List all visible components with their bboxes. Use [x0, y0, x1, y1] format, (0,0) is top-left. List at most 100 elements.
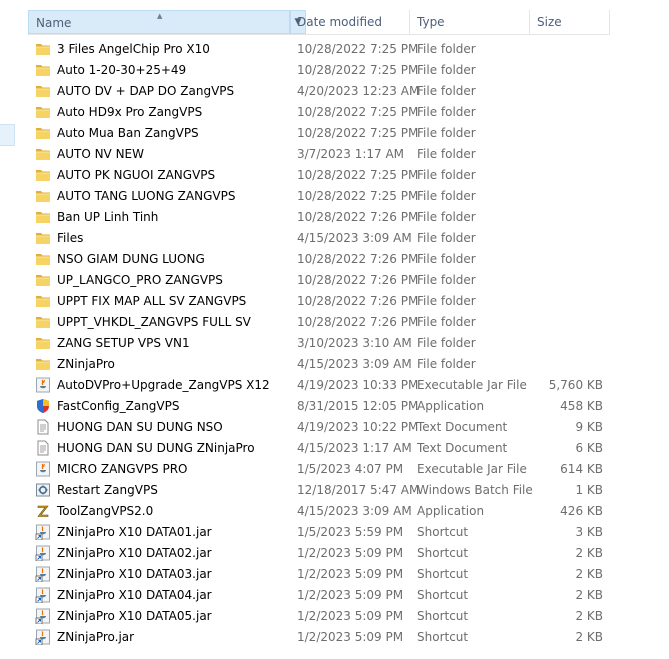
folder-icon — [35, 230, 51, 246]
java-shortcut-icon — [35, 545, 51, 562]
file-row[interactable]: ZNinjaPro X10 DATA01.jar 1/5/2023 5:59 PM… — [28, 522, 628, 543]
file-row[interactable]: ToolZangVPS2.0 4/15/2023 3:09 AM Applicati… — [28, 501, 628, 522]
file-name: HUONG DAN SU DUNG ZNinjaPro — [57, 441, 255, 455]
file-size: 2 KB — [575, 630, 603, 644]
file-type: File folder — [417, 231, 476, 245]
column-header-size-label: Size — [537, 15, 562, 29]
file-row[interactable]: AutoDVPro+Upgrade_ZangVPS X12 4/19/2023 1… — [28, 375, 628, 396]
file-size: 6 KB — [575, 441, 603, 455]
navigation-pane — [0, 0, 18, 659]
file-row[interactable]: Restart ZangVPS 12/18/2017 5:47 AM Windows… — [28, 480, 628, 501]
file-name: UP_LANGCO_PRO ZANGVPS — [57, 273, 223, 287]
file-size: 2 KB — [575, 546, 603, 560]
file-row[interactable]: MICRO ZANGVPS PRO 1/5/2023 4:07 PM Executa… — [28, 459, 628, 480]
column-header-name[interactable]: ▲ Name ▼ — [28, 10, 306, 34]
folder-icon — [35, 41, 51, 57]
file-type: Shortcut — [417, 567, 469, 581]
file-date-modified: 4/15/2023 1:17 AM — [297, 441, 412, 455]
column-header-row: ▲ Name ▼ Date modified Type Size — [28, 10, 610, 35]
file-row[interactable]: 3 Files AngelChip Pro X10 10/28/2022 7:25… — [28, 39, 628, 60]
file-row[interactable]: ZNinjaPro X10 DATA03.jar 1/2/2023 5:09 PM… — [28, 564, 628, 585]
file-date-modified: 1/5/2023 4:07 PM — [297, 462, 404, 476]
file-size: 458 KB — [560, 399, 603, 413]
file-type: Executable Jar File — [417, 378, 527, 392]
jar-icon — [35, 377, 51, 393]
file-date-modified: 10/28/2022 7:26 PM — [297, 294, 419, 308]
file-date-modified: 10/28/2022 7:25 PM — [297, 189, 419, 203]
file-row[interactable]: UP_LANGCO_PRO ZANGVPS 10/28/2022 7:26 PM F… — [28, 270, 628, 291]
file-type: File folder — [417, 126, 476, 140]
file-name: Auto 1-20-30+25+49 — [57, 63, 187, 77]
file-name: ZNinjaPro X10 DATA04.jar — [57, 588, 212, 602]
column-header-name-label: Name — [36, 16, 72, 30]
file-type: File folder — [417, 189, 476, 203]
folder-icon — [35, 314, 51, 330]
file-name: ZNinjaPro X10 DATA05.jar — [57, 609, 212, 623]
file-row[interactable]: AUTO PK NGUOI ZANGVPS 10/28/2022 7:25 PM F… — [28, 165, 628, 186]
folder-icon — [35, 293, 51, 309]
file-name: ZNinjaPro X10 DATA01.jar — [57, 525, 212, 539]
file-type: File folder — [417, 210, 476, 224]
file-date-modified: 4/19/2023 10:33 PM — [297, 378, 419, 392]
file-type: File folder — [417, 42, 476, 56]
file-row[interactable]: FastConfig_ZangVPS 8/31/2015 12:05 PM Appl… — [28, 396, 628, 417]
folder-icon — [35, 104, 51, 120]
file-date-modified: 10/28/2022 7:25 PM — [297, 63, 419, 77]
file-date-modified: 8/31/2015 12:05 PM — [297, 399, 419, 413]
file-date-modified: 10/28/2022 7:25 PM — [297, 126, 419, 140]
file-row[interactable]: ZNinjaPro X10 DATA02.jar 1/2/2023 5:09 PM… — [28, 543, 628, 564]
file-size: 2 KB — [575, 588, 603, 602]
file-date-modified: 3/7/2023 1:17 AM — [297, 147, 405, 161]
file-row[interactable]: Auto 1-20-30+25+49 10/28/2022 7:25 PM File… — [28, 60, 628, 81]
folder-icon — [35, 62, 51, 78]
file-date-modified: 4/15/2023 3:09 AM — [297, 231, 412, 245]
column-header-type[interactable]: Type — [410, 10, 530, 34]
file-row[interactable]: ZANG SETUP VPS VN1 3/10/2023 3:10 AM File … — [28, 333, 628, 354]
file-row[interactable]: AUTO DV + DAP DO ZangVPS 4/20/2023 12:23 … — [28, 81, 628, 102]
file-type: File folder — [417, 84, 476, 98]
file-row[interactable]: ZNinjaPro.jar 1/2/2023 5:09 PM Shortcut 2 K… — [28, 627, 628, 648]
column-header-date[interactable]: Date modified — [290, 10, 410, 34]
file-date-modified: 1/2/2023 5:09 PM — [297, 546, 404, 560]
file-date-modified: 10/28/2022 7:26 PM — [297, 273, 419, 287]
file-date-modified: 10/28/2022 7:26 PM — [297, 210, 419, 224]
file-type: Shortcut — [417, 546, 469, 560]
java-shortcut-icon — [35, 524, 51, 541]
column-header-size[interactable]: Size — [530, 10, 610, 34]
file-row[interactable]: AUTO TANG LUONG ZANGVPS 10/28/2022 7:25 P… — [28, 186, 628, 207]
file-name: ZNinjaPro X10 DATA03.jar — [57, 567, 212, 581]
file-name: AUTO NV NEW — [57, 147, 145, 161]
file-type: File folder — [417, 315, 476, 329]
file-name: UPPT FIX MAP ALL SV ZANGVPS — [57, 294, 247, 308]
file-row[interactable]: AUTO NV NEW 3/7/2023 1:17 AM File folder — [28, 144, 628, 165]
file-type: Shortcut — [417, 630, 469, 644]
folder-icon — [35, 167, 51, 183]
file-row[interactable]: Files 4/15/2023 3:09 AM File folder — [28, 228, 628, 249]
file-name: Ban UP Linh Tinh — [57, 210, 159, 224]
file-row[interactable]: Ban UP Linh Tinh 10/28/2022 7:26 PM File f… — [28, 207, 628, 228]
file-row[interactable]: Auto HD9x Pro ZangVPS 10/28/2022 7:25 PM F… — [28, 102, 628, 123]
file-date-modified: 12/18/2017 5:47 AM — [297, 483, 420, 497]
file-type: Text Document — [417, 441, 508, 455]
file-size: 9 KB — [575, 420, 603, 434]
folder-icon — [35, 335, 51, 351]
file-row[interactable]: HUONG DAN SU DUNG NSO 4/19/2023 10:22 PM T… — [28, 417, 628, 438]
folder-icon — [35, 146, 51, 162]
file-row[interactable]: UPPT_VHKDL_ZANGVPS FULL SV 10/28/2022 7:2… — [28, 312, 628, 333]
file-row[interactable]: HUONG DAN SU DUNG ZNinjaPro 4/15/2023 1:1… — [28, 438, 628, 459]
folder-icon — [35, 188, 51, 204]
navigation-selected-item[interactable] — [0, 124, 15, 146]
file-date-modified: 10/28/2022 7:26 PM — [297, 252, 419, 266]
file-row[interactable]: Auto Mua Ban ZangVPS 10/28/2022 7:25 PM Fi… — [28, 123, 628, 144]
file-type: File folder — [417, 63, 476, 77]
file-row[interactable]: ZNinjaPro 4/15/2023 3:09 AM File folder — [28, 354, 628, 375]
file-size: 1 KB — [575, 483, 603, 497]
file-row[interactable]: UPPT FIX MAP ALL SV ZANGVPS 10/28/2022 7:… — [28, 291, 628, 312]
file-name: Auto Mua Ban ZangVPS — [57, 126, 199, 140]
file-row[interactable]: NSO GIAM DUNG LUONG 10/28/2022 7:26 PM Fil… — [28, 249, 628, 270]
file-name: 3 Files AngelChip Pro X10 — [57, 42, 210, 56]
file-name: HUONG DAN SU DUNG NSO — [57, 420, 223, 434]
file-date-modified: 4/20/2023 12:23 AM — [297, 84, 420, 98]
file-row[interactable]: ZNinjaPro X10 DATA04.jar 1/2/2023 5:09 PM… — [28, 585, 628, 606]
file-row[interactable]: ZNinjaPro X10 DATA05.jar 1/2/2023 5:09 PM… — [28, 606, 628, 627]
